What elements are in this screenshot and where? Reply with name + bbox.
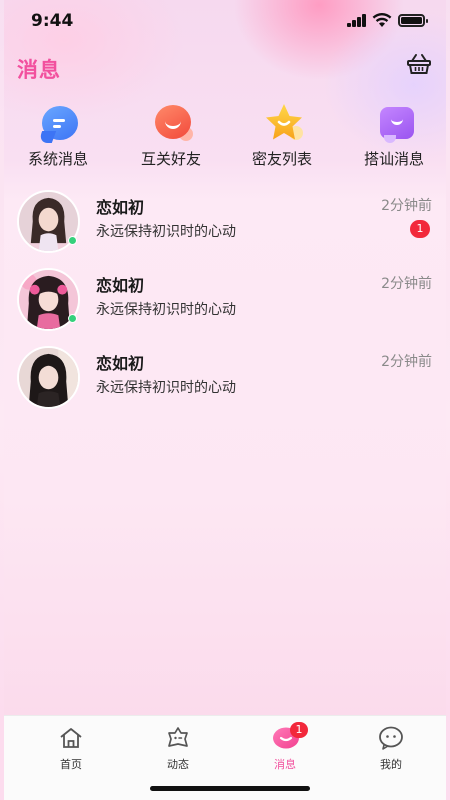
category-label: 系统消息 — [27, 150, 88, 168]
phone-frame: 9:44 消息 系统消息 互关好友 密友列表 搭讪消息 恋如初 永远保持初识时的… — [4, 0, 446, 800]
message-list-item[interactable]: 恋如初 永远保持初识时的心动 2分钟前 1 — [4, 190, 446, 260]
chat-greeting-icon — [374, 101, 418, 145]
cellular-signal-icon — [347, 14, 367, 27]
tab-unread-badge: 1 — [290, 722, 308, 738]
message-preview: 永远保持初识时的心动 — [96, 302, 236, 318]
contact-name: 恋如初 — [96, 276, 145, 295]
star-icon — [262, 101, 306, 145]
mutual-friends-icon — [151, 101, 195, 145]
online-status-dot — [68, 236, 77, 245]
tab-profile[interactable]: 我的 — [351, 722, 431, 778]
tab-home[interactable]: 首页 — [31, 722, 111, 778]
online-status-dot — [68, 314, 77, 323]
category-greeting-messages[interactable]: 搭讪消息 — [344, 96, 444, 172]
message-list-item[interactable]: 恋如初 永远保持初识时的心动 2分钟前 — [4, 346, 446, 416]
message-preview: 永远保持初识时的心动 — [96, 380, 236, 396]
status-time: 9:44 — [31, 11, 74, 31]
message-preview: 永远保持初识时的心动 — [96, 224, 236, 240]
unread-badge: 1 — [410, 220, 430, 238]
profile-icon — [379, 726, 403, 750]
tab-moments[interactable]: 动态 — [138, 722, 218, 778]
wifi-icon — [372, 12, 392, 27]
message-list-item[interactable]: 恋如初 永远保持初识时的心动 2分钟前 — [4, 268, 446, 338]
screen: 9:44 消息 系统消息 互关好友 密友列表 搭讪消息 恋如初 永远保持初识时的… — [0, 0, 450, 800]
avatar — [17, 346, 80, 409]
tab-label: 消息 — [274, 758, 296, 771]
contact-name: 恋如初 — [96, 198, 145, 217]
category-label: 搭讪消息 — [363, 150, 424, 168]
category-system-messages[interactable]: 系统消息 — [8, 96, 108, 172]
message-time: 2分钟前 — [381, 198, 432, 214]
tab-messages[interactable]: 1 消息 — [245, 722, 325, 778]
page-title: 消息 — [17, 58, 61, 82]
tab-label: 动态 — [167, 758, 189, 771]
home-icon — [60, 728, 82, 748]
category-label: 密友列表 — [251, 150, 312, 168]
home-indicator — [150, 786, 310, 791]
category-label: 互关好友 — [140, 150, 201, 168]
category-mutual-friends[interactable]: 互关好友 — [121, 96, 221, 172]
basket-icon[interactable] — [406, 52, 432, 76]
tab-label: 首页 — [60, 758, 82, 771]
battery-icon — [398, 14, 428, 27]
contact-name: 恋如初 — [96, 354, 145, 373]
message-time: 2分钟前 — [381, 354, 432, 370]
system-message-icon — [38, 101, 82, 145]
tab-label: 我的 — [380, 758, 402, 771]
category-close-friends[interactable]: 密友列表 — [232, 96, 332, 172]
status-bar: 9:44 — [4, 0, 446, 40]
moments-icon — [168, 727, 188, 747]
message-time: 2分钟前 — [381, 276, 432, 292]
